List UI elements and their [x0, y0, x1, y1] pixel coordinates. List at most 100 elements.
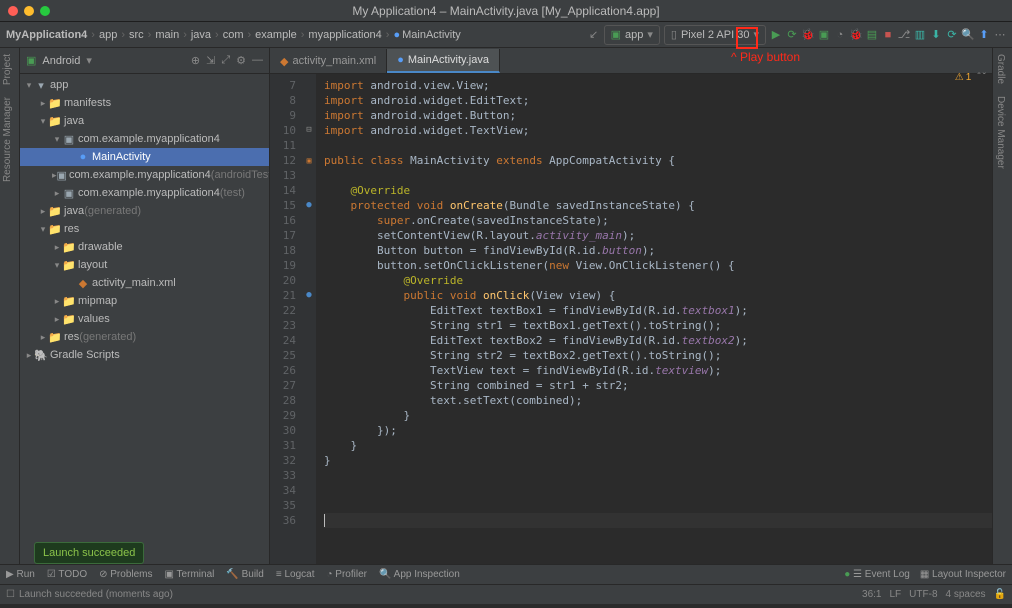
tree-node[interactable]: ▸📁java (generated)	[20, 202, 269, 220]
tool-resource-manager[interactable]: Resource Manager	[0, 91, 15, 188]
breadcrumb-item[interactable]: java	[191, 29, 211, 41]
coverage-button[interactable]: ▣	[818, 29, 830, 41]
sync-icon[interactable]: ↙	[588, 29, 600, 41]
right-tool-gutter[interactable]: Gradle Device Manager	[992, 48, 1012, 564]
breadcrumb-item[interactable]: MyApplication4	[6, 29, 87, 41]
tree-node[interactable]: ◆activity_main.xml	[20, 274, 269, 292]
debug-button[interactable]: 🐞	[802, 29, 814, 41]
caret-position[interactable]: 36:1	[862, 589, 881, 600]
tree-node[interactable]: ▸📁drawable	[20, 238, 269, 256]
annotation-box	[736, 27, 758, 49]
run-config-label: app	[625, 29, 643, 41]
breadcrumb-item[interactable]: myapplication4	[308, 29, 381, 41]
breadcrumb-item[interactable]: main	[155, 29, 179, 41]
breadcrumb-item[interactable]: ●MainActivity	[393, 29, 460, 41]
search-icon[interactable]: 🔍	[962, 29, 974, 41]
indent[interactable]: 4 spaces	[946, 589, 986, 600]
title-bar: My Application4 – MainActivity.java [My_…	[0, 0, 1012, 22]
tree-node[interactable]: ▾📁res	[20, 220, 269, 238]
run-button[interactable]: ▶	[770, 29, 782, 41]
stop-button[interactable]: ■	[882, 29, 894, 41]
chevron-up-icon[interactable]: ˆ	[977, 72, 980, 83]
editor-tab[interactable]: ●MainActivity.java	[387, 49, 500, 73]
breadcrumbs[interactable]: MyApplication4›app›src›main›java›com›exa…	[6, 29, 461, 41]
inspection-strip[interactable]: ⚠ 1 ˆ ˇ	[955, 72, 986, 83]
git-branch-icon[interactable]: ☐	[6, 589, 15, 600]
maximize-icon[interactable]	[40, 6, 50, 16]
more-icon[interactable]: ⋯	[994, 29, 1006, 41]
toolwin-logcat[interactable]: ≡ Logcat	[276, 569, 315, 580]
toolwin-app-inspection[interactable]: 🔍 App Inspection	[379, 569, 460, 580]
tree-node[interactable]: ●MainActivity	[20, 148, 269, 166]
editor-tab[interactable]: ◆activity_main.xml	[270, 49, 387, 73]
gear-icon[interactable]: ⚙	[236, 54, 246, 67]
toolwin-layout-inspector[interactable]: ▦ Layout Inspector	[920, 569, 1006, 580]
android-icon: ▣	[26, 54, 36, 67]
toolwin-problems[interactable]: ⊘ Problems	[99, 569, 152, 580]
project-tree[interactable]: ▾▾app▸📁manifests▾📁java▾▣com.example.myap…	[20, 74, 269, 564]
tree-node[interactable]: ▸📁values	[20, 310, 269, 328]
bottom-tool-bar[interactable]: ▶ Run ☑ TODO ⊘ Problems ▣ Terminal 🔨 Build ≡ …	[0, 564, 1012, 584]
tree-node[interactable]: ▸🐘Gradle Scripts	[20, 346, 269, 364]
annotation-label: ^ Play button	[731, 50, 800, 64]
chevron-down-icon[interactable]: ˇ	[983, 72, 986, 83]
warning-icon: ⚠	[955, 72, 964, 83]
device-manager-icon[interactable]: ▥	[914, 29, 926, 41]
tree-node[interactable]: ▸▣com.example.myapplication4 (androidTes…	[20, 166, 269, 184]
toolwin-build[interactable]: 🔨 Build	[226, 569, 263, 580]
toolwin-run[interactable]: ▶ Run	[6, 569, 35, 580]
encoding[interactable]: UTF-8	[909, 589, 937, 600]
code-editor[interactable]: 7891011121314151617181920212223242526272…	[270, 74, 992, 564]
apply-changes-button[interactable]: ⟳	[786, 29, 798, 41]
window-controls[interactable]	[0, 6, 50, 16]
tree-node[interactable]: ▾▾app	[20, 76, 269, 94]
breadcrumb-item[interactable]: example	[255, 29, 297, 41]
sdk-icon[interactable]: ⬇	[930, 29, 942, 41]
tree-node[interactable]: ▸📁manifests	[20, 94, 269, 112]
minimize-icon[interactable]	[24, 6, 34, 16]
collapse-icon[interactable]: ⇲	[206, 54, 215, 67]
editor-gutter[interactable]: ⊟▣●●	[302, 74, 316, 564]
tree-node[interactable]: ▸📁mipmap	[20, 292, 269, 310]
android-icon: ▣	[611, 28, 621, 41]
git-button[interactable]: ⎇	[898, 29, 910, 41]
breadcrumb-item[interactable]: com	[223, 29, 244, 41]
toolbar: ↙ ▣ app ▾ ▯ Pixel 2 API 30 ▾ ▶ ⟳ 🐞 ▣ ◔ 🐞…	[588, 25, 1006, 45]
profile-button[interactable]: ◔	[834, 29, 846, 41]
toolwin-todo[interactable]: ☑ TODO	[47, 569, 87, 580]
close-icon[interactable]	[8, 6, 18, 16]
run-config-combo[interactable]: ▣ app ▾	[604, 25, 660, 45]
sync-gradle-icon[interactable]: ⟳	[946, 29, 958, 41]
tool-device-manager[interactable]: Device Manager	[993, 90, 1008, 175]
lock-icon[interactable]: 🔓	[994, 589, 1006, 600]
tree-node[interactable]: ▾📁java	[20, 112, 269, 130]
chevron-down-icon[interactable]: ▾	[86, 54, 92, 67]
left-tool-gutter[interactable]: Project Resource Manager	[0, 48, 20, 564]
editor-tabs[interactable]: ◆activity_main.xml●MainActivity.java	[270, 48, 992, 74]
tool-project[interactable]: Project	[0, 48, 15, 91]
toolwin-profiler[interactable]: ◔ Profiler	[326, 569, 367, 580]
breadcrumb-item[interactable]: app	[99, 29, 117, 41]
tree-node[interactable]: ▸📁res (generated)	[20, 328, 269, 346]
project-panel-header[interactable]: ▣ Android ▾ ⊕ ⇲ ⤢ ⚙ —	[20, 48, 269, 74]
avd-button[interactable]: ▤	[866, 29, 878, 41]
attach-debugger-button[interactable]: 🐞	[850, 29, 862, 41]
line-sep[interactable]: LF	[890, 589, 902, 600]
settings-icon[interactable]: ⬆	[978, 29, 990, 41]
breadcrumb-item[interactable]: src	[129, 29, 144, 41]
tree-node[interactable]: ▾📁layout	[20, 256, 269, 274]
tree-node[interactable]: ▾▣com.example.myapplication4	[20, 130, 269, 148]
toolwin-event-log[interactable]: ● ☰ Event Log	[844, 569, 910, 580]
hide-icon[interactable]: —	[252, 54, 263, 67]
nav-bar: MyApplication4›app›src›main›java›com›exa…	[0, 22, 1012, 48]
project-mode[interactable]: Android	[42, 55, 80, 67]
expand-icon[interactable]: ⤢	[221, 54, 230, 67]
notification-toast[interactable]: Launch succeeded	[34, 542, 144, 564]
target-icon[interactable]: ⊕	[191, 54, 200, 67]
tool-gradle[interactable]: Gradle	[993, 48, 1008, 90]
tree-node[interactable]: ▸▣com.example.myapplication4 (test)	[20, 184, 269, 202]
toolwin-terminal[interactable]: ▣ Terminal	[165, 569, 215, 580]
code-content[interactable]: import android.view.View;import android.…	[316, 74, 992, 564]
status-bar: ☐ Launch succeeded (moments ago) 36:1 LF…	[0, 584, 1012, 604]
chevron-down-icon: ▾	[647, 28, 653, 41]
